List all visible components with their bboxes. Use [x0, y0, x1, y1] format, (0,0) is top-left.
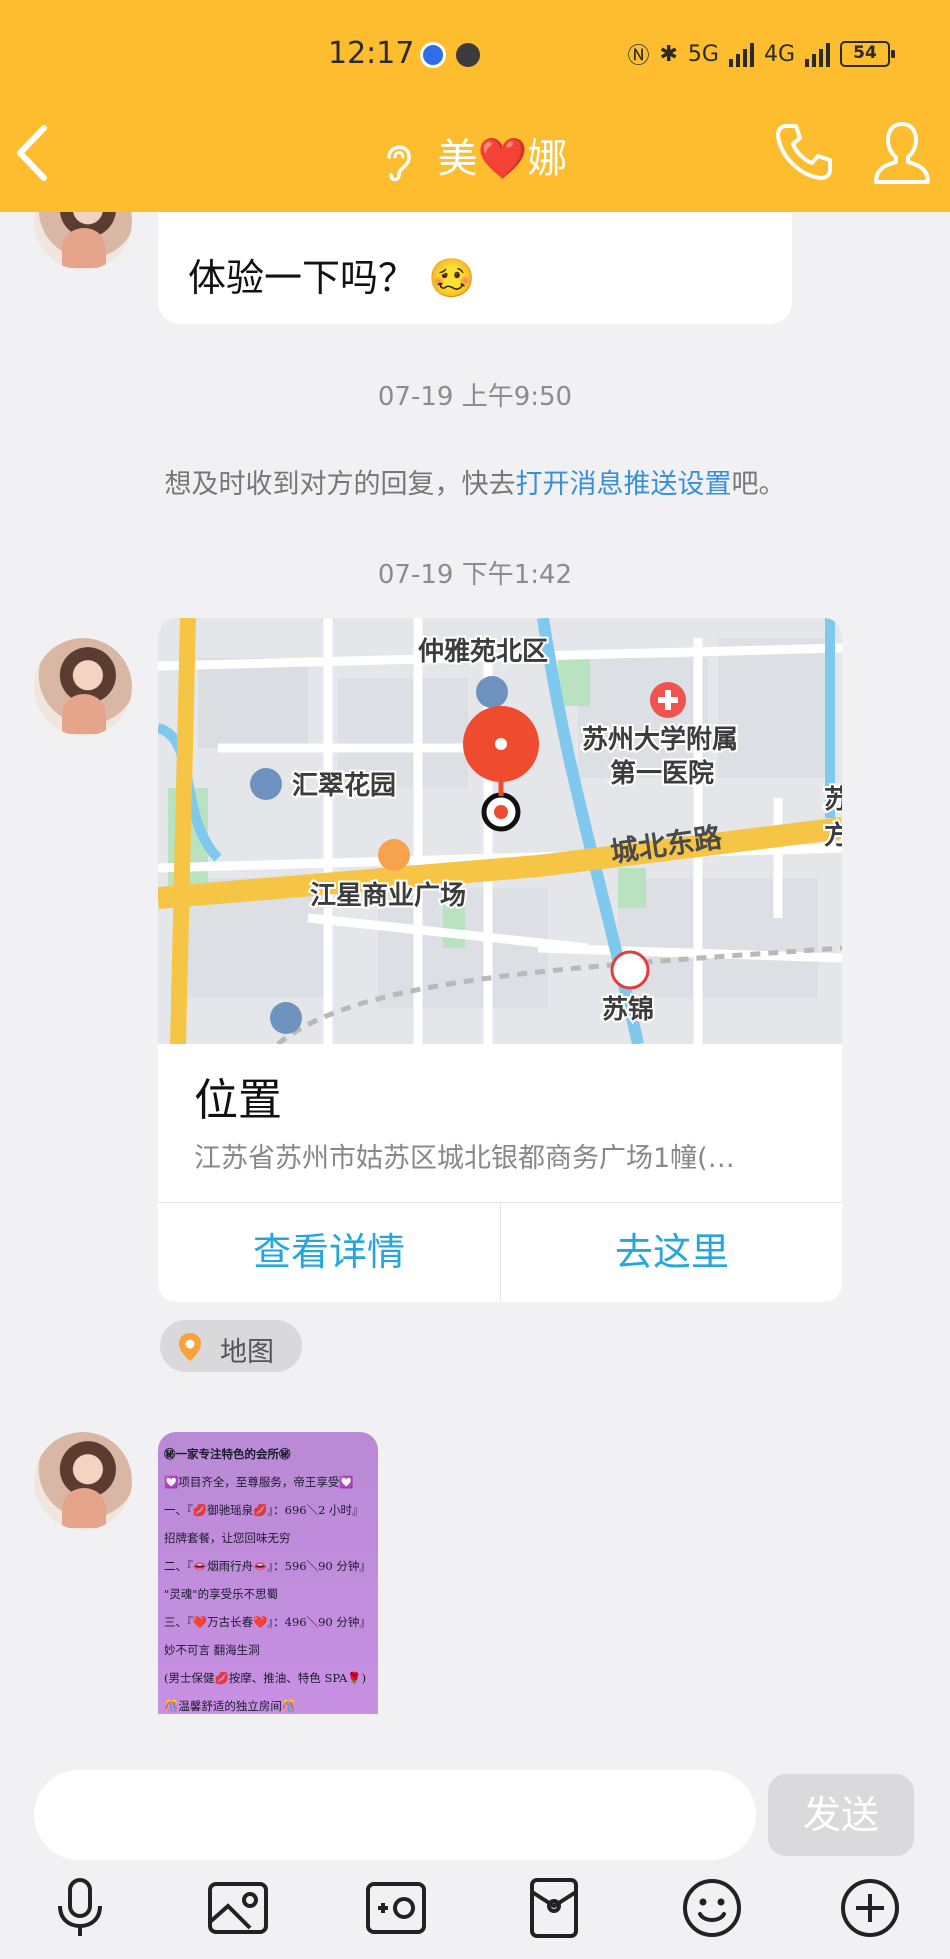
image-message[interactable]: ㊙一家专注特色的会所㊙ 💟项目齐全，至尊服务，帝王享受💟 一、『💋御驰瑶泉💋』：…: [158, 1432, 378, 1714]
image-text-line: 一、『💋御驰瑶泉💋』：696＼2 小时』: [164, 1503, 364, 1517]
emoji-button[interactable]: [680, 1876, 744, 1940]
location-card[interactable]: 仲雅苑北区 苏州大学附属 第一医院 汇翠花园 江星商业广场 苏锦 苏 方 城北东…: [158, 618, 842, 1302]
photo-button[interactable]: [206, 1876, 270, 1940]
building-icon: [250, 768, 282, 800]
image-text-line: "灵魂"的享受乐不思蜀: [164, 1587, 279, 1601]
map-label: 汇翠花园: [292, 771, 396, 801]
map-label: 江星商业广场: [310, 880, 466, 911]
push-settings-link[interactable]: 打开消息推送设置: [516, 469, 732, 500]
image-text-line: 🎊温馨舒适的独立房间🎊: [164, 1699, 297, 1713]
image-text-line: 招牌套餐，让您回味无穷: [164, 1531, 291, 1545]
heart-icon: ❤️: [477, 136, 528, 182]
ear-icon: [386, 145, 411, 182]
building-icon: [476, 676, 508, 708]
contact-avatar[interactable]: [34, 1432, 132, 1530]
title-right: 娜: [527, 136, 568, 182]
map-preview[interactable]: 仲雅苑北区 苏州大学附属 第一医院 汇翠花园 江星商业广场 苏锦 苏 方 城北东…: [158, 618, 842, 1044]
map-label: 苏锦: [602, 994, 654, 1025]
profile-button[interactable]: [870, 118, 934, 188]
image-text-line: 💟项目齐全，至尊服务，帝王享受💟: [164, 1475, 354, 1489]
battery-icon: 54: [840, 41, 895, 67]
message-line: 体验一下吗？ 🥴: [188, 256, 476, 300]
shopping-icon: [378, 839, 410, 871]
location-address: 江苏省苏州市姑苏区城北银都商务广场1幢(…: [194, 1143, 735, 1174]
voice-button[interactable]: [48, 1876, 112, 1940]
title-left: 美: [437, 136, 478, 182]
timestamp: 07-19 下午1:42: [377, 560, 573, 590]
push-notice: 想及时收到对方的回复，快去打开消息推送设置吧。: [164, 469, 786, 500]
location-status-icon: [420, 42, 446, 68]
network2-label: 4G: [763, 41, 795, 67]
plus-circle-icon: [841, 1879, 899, 1937]
signal2-icon: [805, 41, 830, 67]
more-button[interactable]: [838, 1876, 902, 1940]
view-details-button[interactable]: 查看详情: [158, 1203, 500, 1302]
location-title: 位置: [194, 1075, 282, 1126]
camera-button[interactable]: [364, 1876, 428, 1940]
timestamp: 07-19 上午9:50: [377, 382, 573, 412]
map-label: 苏州大学附属: [582, 724, 738, 755]
send-button[interactable]: 发送: [768, 1774, 914, 1856]
map-svg: 仲雅苑北区 苏州大学附属 第一医院 汇翠花园 江星商业广场 苏锦 苏 方 城北东…: [158, 618, 842, 1044]
image-icon: [208, 1882, 268, 1934]
message-input[interactable]: [34, 1770, 756, 1860]
network1-label: 5G: [687, 41, 719, 67]
smiley-icon: [683, 1879, 741, 1937]
map-pin-icon: [179, 1333, 201, 1361]
contact-avatar[interactable]: [34, 638, 132, 736]
map-label: 第一医院: [610, 758, 714, 789]
metro-icon: [610, 950, 650, 990]
map-label: 仲雅苑北区: [418, 637, 548, 667]
navigate-button[interactable]: 去这里: [501, 1203, 842, 1302]
image-text-line: 三、『❤️万古长春❤️』：496＼90 分钟』: [164, 1615, 371, 1629]
map-chip-label: 地图: [220, 1337, 274, 1368]
person-icon: [874, 122, 930, 184]
red-packet-icon: [530, 1878, 578, 1938]
nfc-icon: Ⓝ: [627, 44, 650, 69]
image-text-line: ㊙一家专注特色的会所㊙: [164, 1447, 291, 1461]
audio-status-icon: [456, 43, 480, 67]
image-text-line: (男士保健💋按摩、推油、特色 SPA🌹): [164, 1671, 367, 1685]
map-label: 方: [824, 820, 842, 851]
microphone-icon: [58, 1878, 102, 1936]
building-icon: [270, 1002, 302, 1034]
image-text-line: 二、『👄烟雨行舟👄』：596＼90 分钟』: [164, 1559, 371, 1573]
red-packet-button[interactable]: [522, 1876, 586, 1940]
status-icons: Ⓝ ✱ 5G 4G 54: [627, 38, 895, 70]
camera-icon: [366, 1882, 426, 1934]
bluetooth-icon: ✱: [659, 41, 678, 67]
app-header: 12:17 Ⓝ ✱ 5G 4G 54 美❤️娜: [0, 0, 950, 212]
emoji: 🥴: [428, 256, 476, 300]
map-chip[interactable]: 地图: [160, 1320, 302, 1372]
signal1-icon: [728, 41, 754, 67]
call-button[interactable]: [772, 120, 836, 184]
map-label: 苏: [824, 785, 842, 815]
status-time: 12:17: [328, 36, 415, 71]
phone-icon: [776, 124, 832, 180]
image-text-line: 妙不可言 翻海生洞: [164, 1643, 260, 1657]
